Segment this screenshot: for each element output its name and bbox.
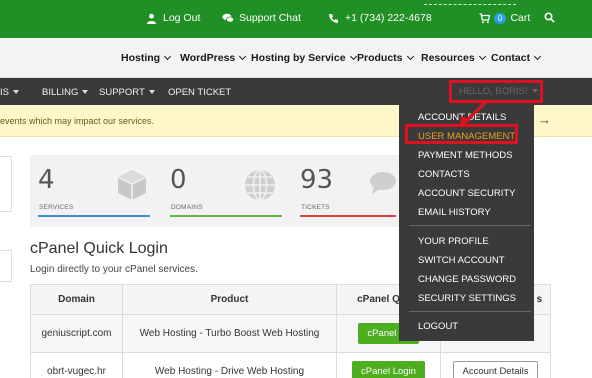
tickets-underline xyxy=(300,215,396,217)
table-row: obrt-vugec.hr Web Hosting - Drive Web Ho… xyxy=(30,352,551,378)
chevron-down-icon xyxy=(349,52,357,61)
column-header-domain[interactable]: Domain xyxy=(30,284,123,315)
caret-down-icon xyxy=(531,89,538,93)
nav-item-wordpress[interactable]: WordPress xyxy=(180,52,247,64)
menu-item-payment-methods[interactable]: PAYMENT METHODS xyxy=(418,150,512,161)
client-nav-item-partial[interactable]: IS xyxy=(0,87,19,98)
cpanel-login-button[interactable]: cPanel Login xyxy=(352,361,425,378)
domains-count: 0 xyxy=(170,165,187,195)
menu-item-security-settings[interactable]: SECURITY SETTINGS xyxy=(418,293,516,304)
chevron-down-icon xyxy=(164,52,172,61)
top-bar: Log Out Support Chat +1 (734) 222-4678 0… xyxy=(0,0,592,38)
menu-item-logout[interactable]: LOGOUT xyxy=(418,321,458,332)
services-label: SERVICES xyxy=(39,204,74,211)
chevron-down-icon xyxy=(534,52,542,61)
phone-icon xyxy=(328,13,339,24)
nav-item-products[interactable]: Products xyxy=(357,52,414,64)
menu-item-your-profile[interactable]: YOUR PROFILE xyxy=(418,236,489,247)
menu-item-change-password[interactable]: CHANGE PASSWORD xyxy=(418,274,516,285)
account-menu-toggle[interactable]: HELLO, BORIS! xyxy=(449,80,543,103)
menu-item-account-security[interactable]: ACCOUNT SECURITY xyxy=(418,188,515,199)
menu-divider xyxy=(409,311,531,312)
divider xyxy=(424,4,516,5)
tickets-label: TICKETS xyxy=(301,204,330,211)
support-chat-link[interactable]: Support Chat xyxy=(222,12,301,24)
domains-tile[interactable]: 0 DOMAINS xyxy=(170,163,282,219)
search-button[interactable] xyxy=(544,12,561,23)
cart-link[interactable]: 0 Cart xyxy=(479,12,530,24)
globe-icon xyxy=(242,167,278,203)
support-chat-label: Support Chat xyxy=(239,12,301,24)
menu-item-email-history[interactable]: EMAIL HISTORY xyxy=(418,207,491,218)
highlight-box xyxy=(405,124,518,144)
side-panel-edge xyxy=(0,156,12,212)
logout-label: Log Out xyxy=(163,12,201,24)
menu-item-contacts[interactable]: CONTACTS xyxy=(418,169,470,180)
search-icon xyxy=(544,12,555,23)
account-details-button[interactable]: Account Details xyxy=(453,361,538,378)
services-count: 4 xyxy=(38,165,55,195)
nav-item-resources[interactable]: Resources xyxy=(421,52,486,64)
domains-label: DOMAINS xyxy=(171,204,203,211)
tickets-count: 93 xyxy=(300,165,334,195)
actions-cell: Account Details xyxy=(440,352,551,378)
chevron-down-icon xyxy=(406,52,414,61)
column-header-product[interactable]: Product xyxy=(122,284,337,315)
section-description: Login directly to your cPanel services. xyxy=(30,264,198,275)
cart-count-badge: 0 xyxy=(494,12,507,24)
main-nav: Hosting WordPress Hosting by Service Pro… xyxy=(0,38,592,78)
chevron-down-icon xyxy=(239,52,247,61)
cart-label: Cart xyxy=(510,12,531,24)
phone-number: +1 (734) 222-4678 xyxy=(345,12,432,24)
user-icon xyxy=(146,13,157,24)
caret-down-icon xyxy=(12,90,19,94)
login-cell: cPanel Login xyxy=(336,352,441,378)
domains-underline xyxy=(170,215,282,217)
section-title: cPanel Quick Login xyxy=(30,240,168,257)
caret-down-icon xyxy=(82,90,89,94)
tickets-tile[interactable]: 93 TICKETS xyxy=(300,163,412,219)
side-panel-edge xyxy=(0,250,12,282)
menu-item-account-details[interactable]: ACCOUNT DETAILS xyxy=(418,112,506,123)
nav-item-hosting-by-service[interactable]: Hosting by Service xyxy=(251,52,357,64)
product-cell: Web Hosting - Turbo Boost Web Hosting xyxy=(122,314,337,353)
menu-divider xyxy=(409,225,531,226)
chevron-down-icon xyxy=(478,52,486,61)
nav-item-hosting[interactable]: Hosting xyxy=(121,52,172,64)
menu-item-switch-account[interactable]: SWITCH ACCOUNT xyxy=(418,255,505,266)
phone-link[interactable]: +1 (734) 222-4678 xyxy=(328,12,432,24)
services-tile[interactable]: 4 SERVICES xyxy=(38,163,150,219)
client-nav-item-open-ticket[interactable]: OPEN TICKET xyxy=(168,87,231,98)
domain-cell: geniuscript.com xyxy=(30,314,123,353)
domain-cell: obrt-vugec.hr xyxy=(30,352,123,378)
cart-icon xyxy=(479,12,491,24)
stats-panel: 4 SERVICES 0 DOMAINS 93 TICKETS xyxy=(30,155,440,227)
caret-down-icon xyxy=(148,90,155,94)
chat-icon xyxy=(222,13,234,24)
cube-icon xyxy=(114,167,150,203)
arrow-right-icon[interactable]: → xyxy=(538,112,551,127)
alert-text: events which may impact our services. xyxy=(0,116,155,126)
nav-item-contact[interactable]: Contact xyxy=(491,52,542,64)
hello-label: HELLO, BORIS! xyxy=(459,86,528,97)
client-nav-item-support[interactable]: SUPPORT xyxy=(99,87,155,98)
services-underline xyxy=(38,215,150,217)
product-cell: Web Hosting - Drive Web Hosting xyxy=(122,352,337,378)
logout-link[interactable]: Log Out xyxy=(146,12,200,24)
client-nav-item-billing[interactable]: BILLING xyxy=(42,87,89,98)
